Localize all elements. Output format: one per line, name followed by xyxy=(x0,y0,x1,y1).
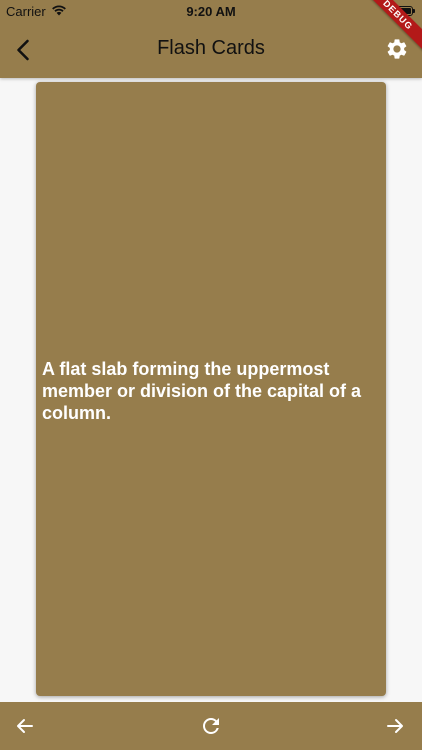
refresh-icon xyxy=(203,718,219,734)
arrow-left-icon xyxy=(17,719,33,733)
page-title: Flash Cards xyxy=(157,37,265,59)
previous-card-button[interactable] xyxy=(13,714,37,738)
next-card-button[interactable] xyxy=(383,714,407,738)
clock-time: 9:20 AM xyxy=(186,4,236,19)
top-bar: Carrier 9:20 AM Flash Cards DEBUG xyxy=(0,0,422,78)
settings-button[interactable] xyxy=(385,37,409,61)
status-bar: Carrier 9:20 AM xyxy=(0,0,422,22)
refresh-button[interactable] xyxy=(199,714,223,738)
gear-icon xyxy=(387,39,407,59)
card-definition-text: A flat slab forming the uppermost member… xyxy=(42,359,362,423)
flash-card[interactable]: A flat slab forming the uppermost member… xyxy=(36,82,386,696)
arrow-right-icon xyxy=(387,719,403,733)
bottom-navigation-bar xyxy=(0,702,422,750)
app-bar: Flash Cards xyxy=(0,22,422,78)
